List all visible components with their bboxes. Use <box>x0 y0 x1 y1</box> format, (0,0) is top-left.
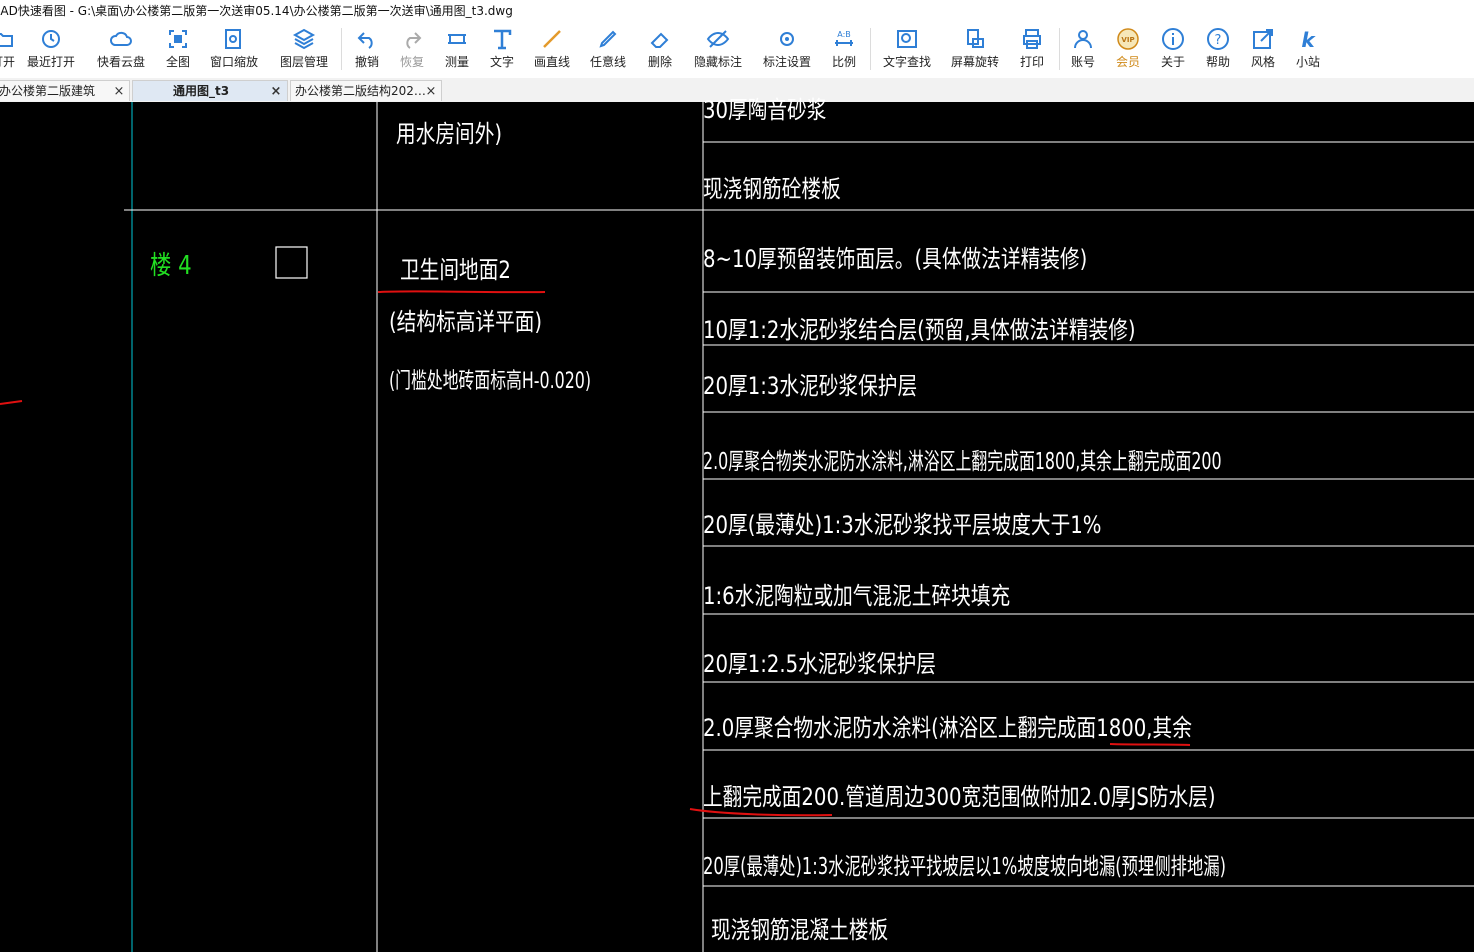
red-underline-markup <box>1109 743 1191 746</box>
user-icon <box>1074 30 1092 49</box>
text-search-button[interactable]: 文字查找 <box>878 22 936 78</box>
layer-text: 30厚陶音砂浆 <box>703 96 827 124</box>
draw-line-button[interactable]: 画直线 <box>529 22 575 78</box>
redo-icon <box>406 32 422 49</box>
text-search-icon <box>897 30 917 48</box>
row-label: 楼 4 <box>150 251 192 281</box>
square-symbol <box>275 246 308 279</box>
scale-icon: A:B <box>835 30 853 46</box>
layer-text: 2.0厚聚合物类水泥防水涂料,淋浴区上翻完成面1800,其余上翻完成面200 <box>703 449 1222 475</box>
main-toolbar: 打开 最近打开 快看云盘 全图 窗口缩放 图层管理 撤销 恢复 测量 文字 画直… <box>0 22 1474 78</box>
fit-all-button[interactable]: 全图 <box>160 22 196 78</box>
recent-open-button[interactable]: 最近打开 <box>24 22 78 78</box>
zoom-window-icon <box>225 29 241 49</box>
layer-text: 10厚1:2水泥砂浆结合层(预留,具体做法详精装修) <box>703 316 1136 344</box>
folder-open-icon <box>0 33 13 47</box>
style-icon <box>1253 29 1273 49</box>
vip-button[interactable]: VIP 会员 <box>1110 22 1146 78</box>
item-name-line: (结构标高详平面) <box>389 308 543 336</box>
vip-icon: VIP <box>1117 28 1139 50</box>
layer-manager-button[interactable]: 图层管理 <box>275 22 333 78</box>
window-title: CAD快速看图 - G:\桌面\办公楼第二版第一次送审05.14\办公楼第二版第… <box>0 4 513 18</box>
layer-text: 1:6水泥陶粒或加气混泥土碎块填充 <box>703 582 1011 610</box>
annotation-settings-icon <box>780 32 794 46</box>
layer-text: 上翻完成面200.管道周边300宽范围做附加2.0厚JS防水层) <box>703 783 1216 811</box>
delete-button[interactable]: 删除 <box>642 22 678 78</box>
toolbar-separator <box>1059 28 1060 70</box>
help-button[interactable]: ? 帮助 <box>1200 22 1236 78</box>
undo-button[interactable]: 撤销 <box>349 22 385 78</box>
tab-general-drawing[interactable]: 通用图_t3 × <box>132 80 288 101</box>
layer-text: 20厚(最薄处)1:3水泥砂浆找平找坡层以1%坡度坡向地漏(预埋侧排地漏) <box>703 854 1227 880</box>
print-button[interactable]: 打印 <box>1014 22 1050 78</box>
cloud-drive-button[interactable]: 快看云盘 <box>93 22 149 78</box>
layer-text: 20厚1:3水泥砂浆保护层 <box>703 372 918 400</box>
tab-structure-drawing[interactable]: 办公楼第二版结构202… × <box>290 80 442 101</box>
mini-site-button[interactable]: k 小站 <box>1290 22 1326 78</box>
close-tab-button[interactable]: × <box>113 81 125 101</box>
toolbar-separator <box>870 28 871 70</box>
item-name-line: (门槛处地砖面标高H-0.020) <box>389 369 592 394</box>
toolbar-separator <box>341 28 342 70</box>
measure-icon <box>448 34 466 44</box>
rotate-screen-icon <box>967 29 984 48</box>
open-button[interactable]: 打开 <box>0 22 20 78</box>
freehand-line-button[interactable]: 任意线 <box>585 22 631 78</box>
drawing-canvas[interactable]: 楼 4 用水房间外) 卫生间地面2 (结构标高详平面) (门槛处地砖面标高H-0… <box>0 96 1474 952</box>
freehand-icon <box>599 30 617 48</box>
printer-icon <box>1023 29 1041 49</box>
layer-text: 现浇钢筋砼楼板 <box>703 175 841 203</box>
layer-text: 20厚1:2.5水泥砂浆保护层 <box>703 650 936 678</box>
svg-text:A:B: A:B <box>837 30 851 39</box>
svg-text:VIP: VIP <box>1121 36 1134 44</box>
about-button[interactable]: 关于 <box>1155 22 1191 78</box>
style-button[interactable]: 风格 <box>1245 22 1281 78</box>
text-icon <box>494 29 512 50</box>
red-markup-stroke <box>0 400 23 405</box>
help-icon: ? <box>1207 28 1229 50</box>
layer-text: 现浇钢筋混凝土楼板 <box>711 916 889 944</box>
svg-text:k: k <box>1301 28 1316 51</box>
eraser-icon <box>650 32 669 48</box>
item-name-line: 用水房间外) <box>396 120 503 148</box>
account-button[interactable]: 账号 <box>1065 22 1101 78</box>
text-button[interactable]: 文字 <box>484 22 520 78</box>
info-icon <box>1162 28 1184 50</box>
history-icon <box>42 30 60 48</box>
measure-button[interactable]: 测量 <box>439 22 475 78</box>
undo-icon <box>357 32 373 49</box>
close-tab-button[interactable]: × <box>425 81 437 101</box>
scale-button[interactable]: A:B 比例 <box>826 22 862 78</box>
layers-icon <box>292 28 316 50</box>
fit-all-icon <box>169 30 187 48</box>
item-name-title: 卫生间地面2 <box>400 256 511 284</box>
rotate-screen-button[interactable]: 屏幕旋转 <box>947 22 1003 78</box>
svg-text:?: ? <box>1215 33 1222 48</box>
line-icon <box>543 30 561 48</box>
layer-text: 20厚(最薄处)1:3水泥砂浆找平层坡度大于1% <box>703 511 1102 539</box>
eye-hide-icon <box>706 30 730 48</box>
window-title-bar: CAD快速看图 - G:\桌面\办公楼第二版第一次送审05.14\办公楼第二版第… <box>0 0 1474 22</box>
k-logo-icon: k <box>1301 28 1316 51</box>
layer-text: 8~10厚预留装饰面层。(具体做法详精装修) <box>703 245 1088 273</box>
annotation-settings-button[interactable]: 标注设置 <box>759 22 815 78</box>
red-underline-markup <box>377 290 546 294</box>
layer-text: 2.0厚聚合物水泥防水涂料(淋浴区上翻完成面1800,其余 <box>703 714 1192 742</box>
tab-architecture-drawing[interactable]: 办公楼第二版建筑 × <box>0 80 130 101</box>
redo-button[interactable]: 恢复 <box>394 22 430 78</box>
hide-annotation-button[interactable]: 隐藏标注 <box>690 22 746 78</box>
zoom-window-button[interactable]: 窗口缩放 <box>206 22 262 78</box>
close-tab-button[interactable]: × <box>270 81 282 101</box>
cloud-icon <box>109 31 132 46</box>
